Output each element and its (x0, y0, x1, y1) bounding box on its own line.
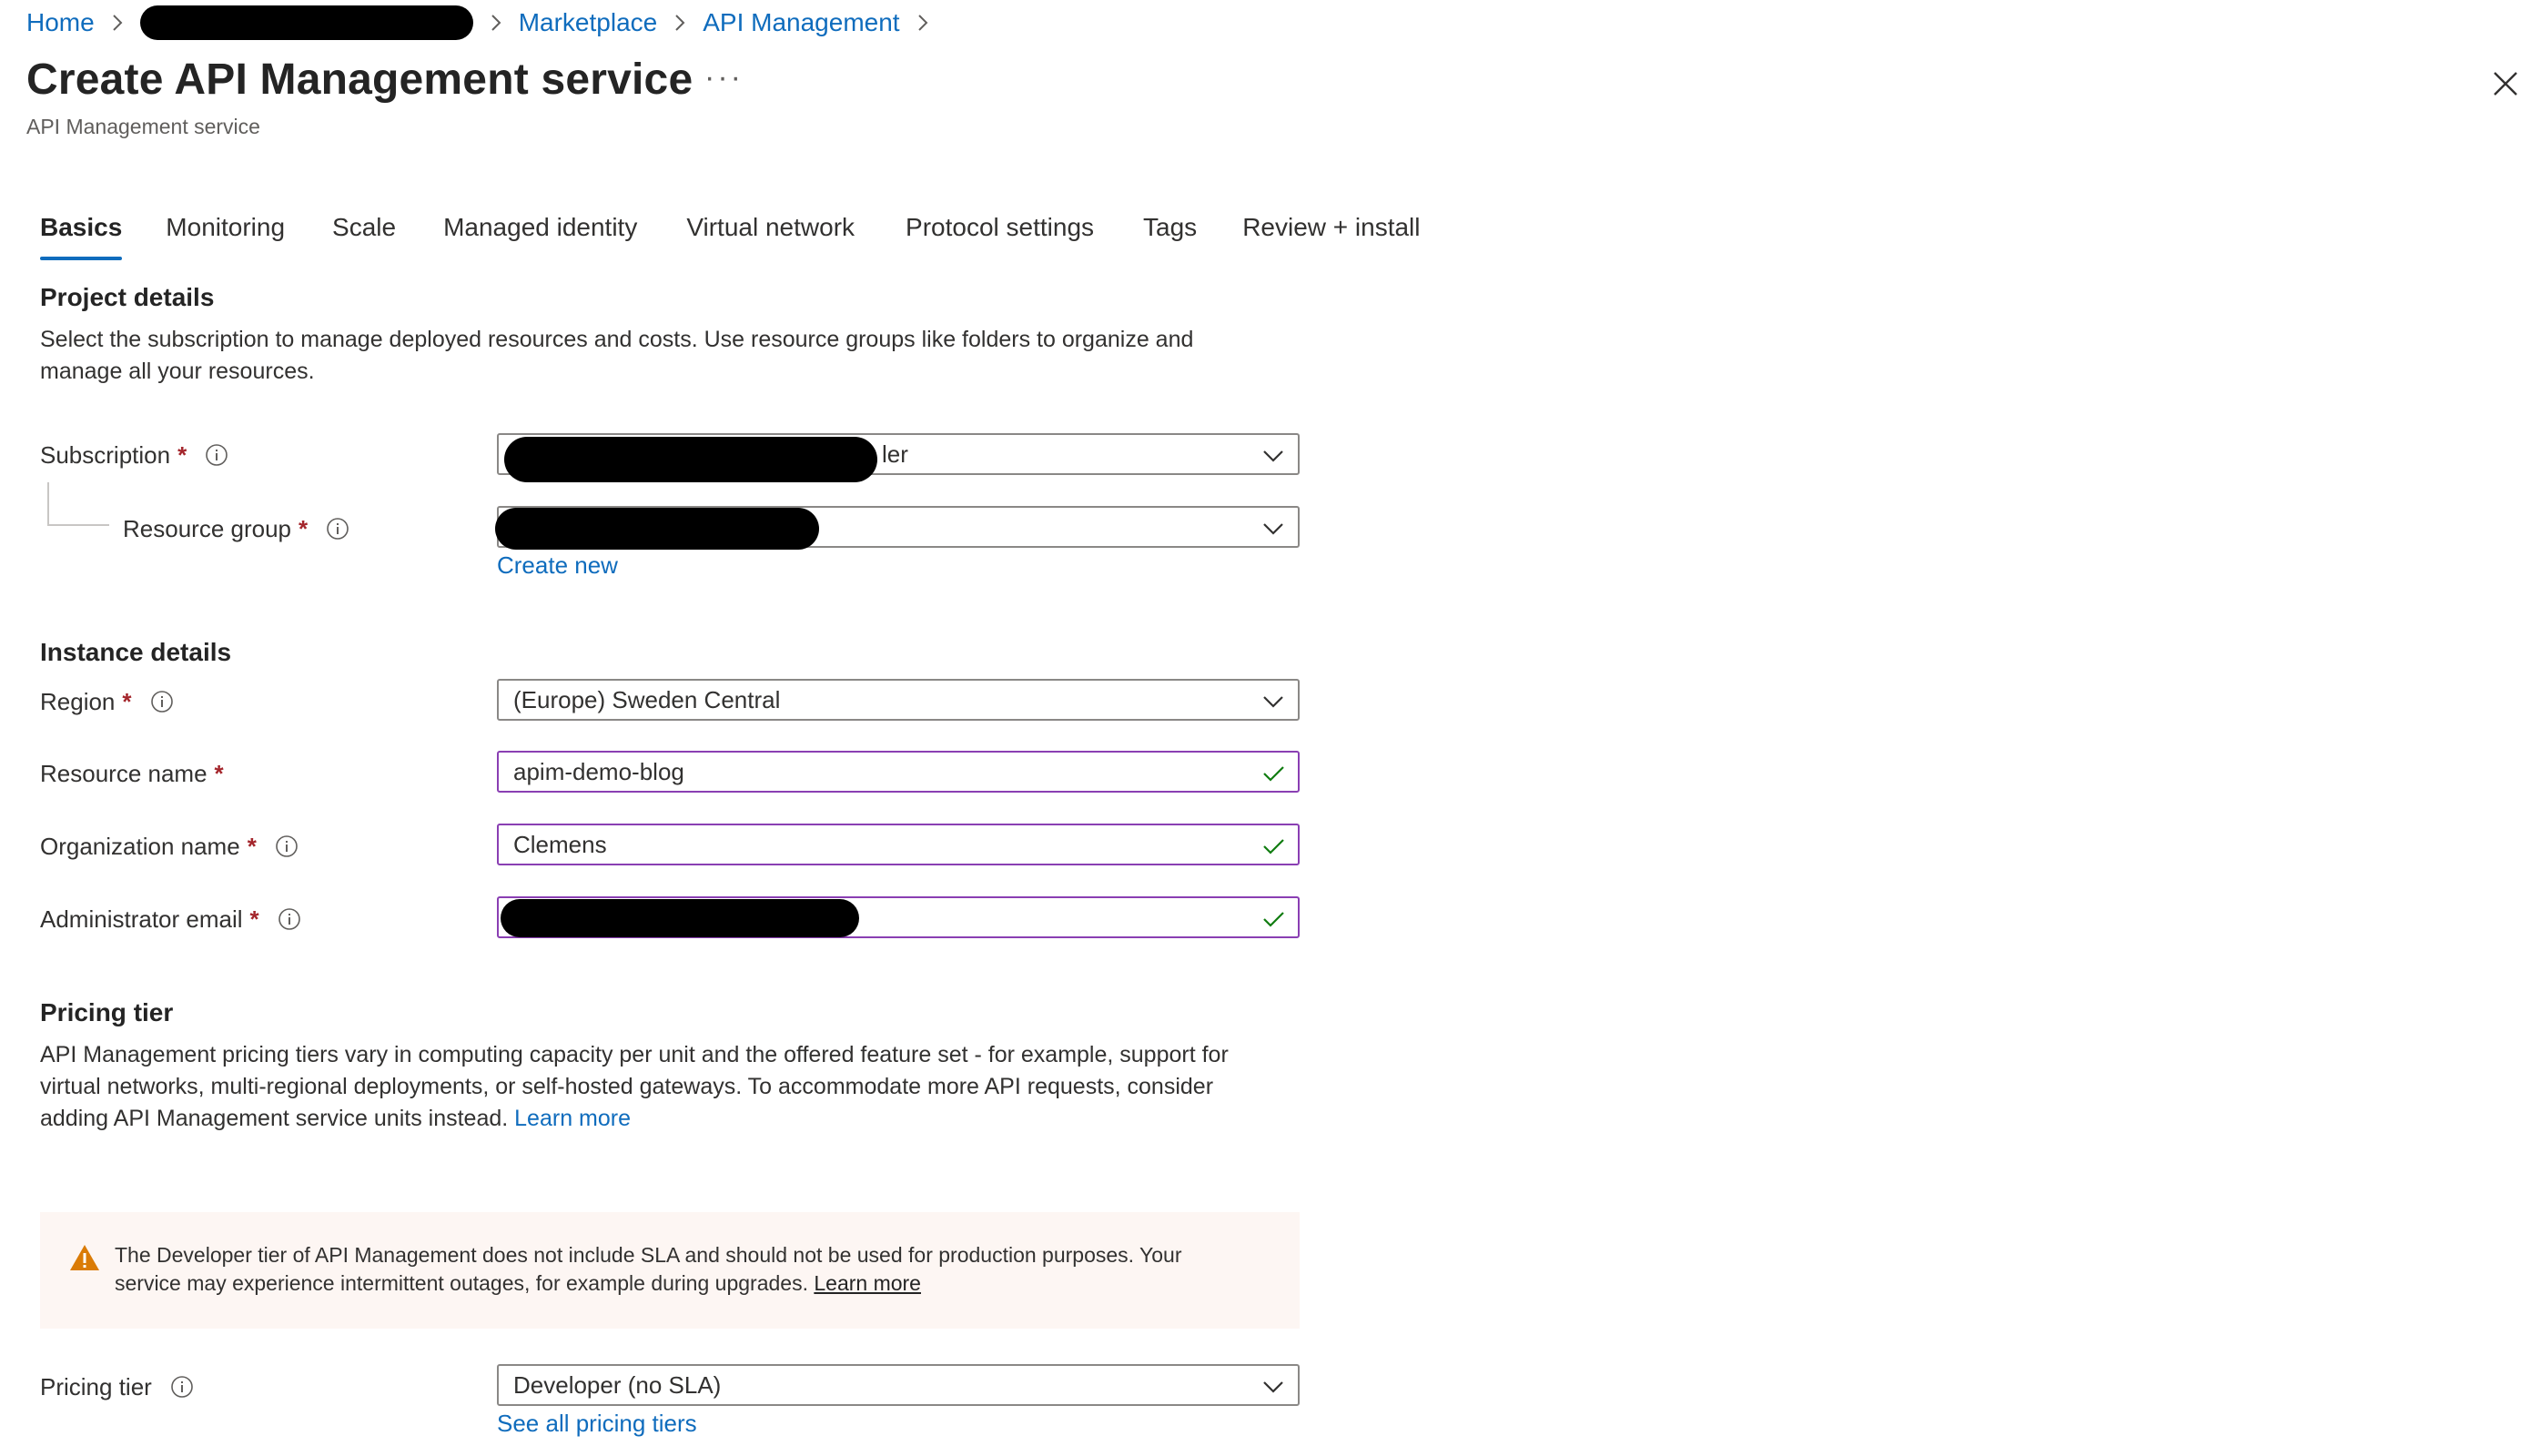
required-mark: * (177, 440, 187, 469)
checkmark-icon (1263, 839, 1284, 854)
chevron-right-icon (675, 15, 685, 31)
region-label: Region * (40, 681, 174, 723)
resource-group-label-text: Resource group (123, 514, 291, 542)
resource-name-label-text: Resource name (40, 759, 208, 787)
more-options-button[interactable]: ··· (704, 60, 744, 96)
tab-bar: Basics Monitoring Scale Managed identity… (40, 207, 1421, 260)
tree-connector (47, 482, 109, 526)
required-mark: * (247, 832, 257, 860)
subscription-label: Subscription * (40, 434, 228, 476)
see-all-pricing-tiers-link[interactable]: See all pricing tiers (497, 1410, 697, 1438)
organization-name-label-text: Organization name (40, 832, 240, 860)
chevron-right-icon (491, 15, 501, 31)
tab-basics[interactable]: Basics (40, 207, 123, 260)
warning-learn-more-link[interactable]: Learn more (814, 1271, 921, 1295)
page-title: Create API Management service (26, 56, 693, 104)
resource-name-value: apim-demo-blog (513, 757, 684, 785)
pricing-tier-description: API Management pricing tiers vary in com… (40, 1039, 1278, 1135)
checkmark-icon (1263, 766, 1284, 782)
chevron-right-icon (917, 15, 927, 31)
checkmark-icon (1263, 912, 1284, 927)
resource-group-label: Resource group * (123, 508, 349, 550)
region-select[interactable]: (Europe) Sweden Central (497, 679, 1300, 721)
pricing-tier-label-text: Pricing tier (40, 1372, 152, 1400)
instance-details-heading: Instance details (40, 638, 232, 666)
subscription-select[interactable]: ler (497, 433, 1300, 482)
resource-name-label: Resource name * (40, 753, 224, 794)
tab-virtual-network[interactable]: Virtual network (686, 207, 855, 260)
tab-tags[interactable]: Tags (1143, 207, 1197, 260)
redacted-resource-group (495, 508, 819, 550)
tab-managed-identity[interactable]: Managed identity (443, 207, 637, 260)
region-value: (Europe) Sweden Central (513, 685, 781, 713)
info-icon[interactable] (326, 517, 349, 541)
admin-email-label-text: Administrator email (40, 905, 243, 933)
pricing-tier-value: Developer (no SLA) (513, 1370, 722, 1399)
info-icon[interactable] (205, 443, 228, 467)
redacted-subscription (504, 437, 877, 482)
admin-email-input[interactable] (497, 896, 1300, 938)
chevron-down-icon (1263, 696, 1283, 708)
info-icon[interactable] (150, 690, 174, 713)
pricing-tier-select[interactable]: Developer (no SLA) (497, 1364, 1300, 1406)
subscription-label-text: Subscription (40, 440, 171, 469)
close-icon[interactable] (2487, 66, 2524, 102)
breadcrumb-marketplace[interactable]: Marketplace (519, 8, 658, 37)
tab-review-install[interactable]: Review + install (1242, 207, 1420, 260)
info-icon[interactable] (278, 907, 301, 931)
breadcrumb-api-management[interactable]: API Management (703, 8, 899, 37)
resource-name-input[interactable]: apim-demo-blog (497, 751, 1300, 793)
resource-group-select[interactable] (495, 506, 1300, 550)
chevron-down-icon (1263, 1381, 1283, 1393)
create-new-link[interactable]: Create new (497, 551, 618, 580)
chevron-down-icon (1263, 523, 1283, 535)
tab-protocol-settings[interactable]: Protocol settings (906, 207, 1094, 260)
required-mark: * (299, 514, 309, 542)
project-details-description: Select the subscription to manage deploy… (40, 327, 1194, 384)
organization-name-label: Organization name * (40, 825, 299, 867)
required-mark: * (122, 687, 132, 715)
page-subtitle: API Management service (26, 115, 260, 138)
required-mark: * (249, 905, 259, 933)
tab-scale[interactable]: Scale (332, 207, 396, 260)
chevron-right-icon (112, 15, 123, 31)
subscription-value-tail: ler (882, 440, 908, 468)
admin-email-label: Administrator email * (40, 898, 301, 940)
redacted-breadcrumb (139, 5, 473, 40)
info-icon[interactable] (275, 834, 299, 858)
chevron-down-icon (1263, 450, 1283, 462)
breadcrumb-home[interactable]: Home (26, 8, 95, 37)
redacted-admin-email (501, 899, 859, 937)
region-label-text: Region (40, 687, 116, 715)
pricing-description-text: API Management pricing tiers vary in com… (40, 1042, 1229, 1131)
pricing-tier-label: Pricing tier (40, 1366, 194, 1408)
info-icon[interactable] (170, 1375, 194, 1399)
pricing-tier-heading: Pricing tier (40, 998, 174, 1026)
developer-tier-warning: The Developer tier of API Management doe… (40, 1212, 1300, 1329)
organization-name-value: Clemens (513, 830, 607, 858)
project-details-heading: Project details (40, 283, 215, 311)
warning-text: The Developer tier of API Management doe… (115, 1243, 1182, 1295)
organization-name-input[interactable]: Clemens (497, 824, 1300, 865)
breadcrumb: Home Marketplace API Management (26, 4, 946, 42)
learn-more-link[interactable]: Learn more (514, 1106, 631, 1131)
warning-icon (70, 1245, 99, 1270)
required-mark: * (214, 759, 224, 787)
tab-monitoring[interactable]: Monitoring (166, 207, 285, 260)
